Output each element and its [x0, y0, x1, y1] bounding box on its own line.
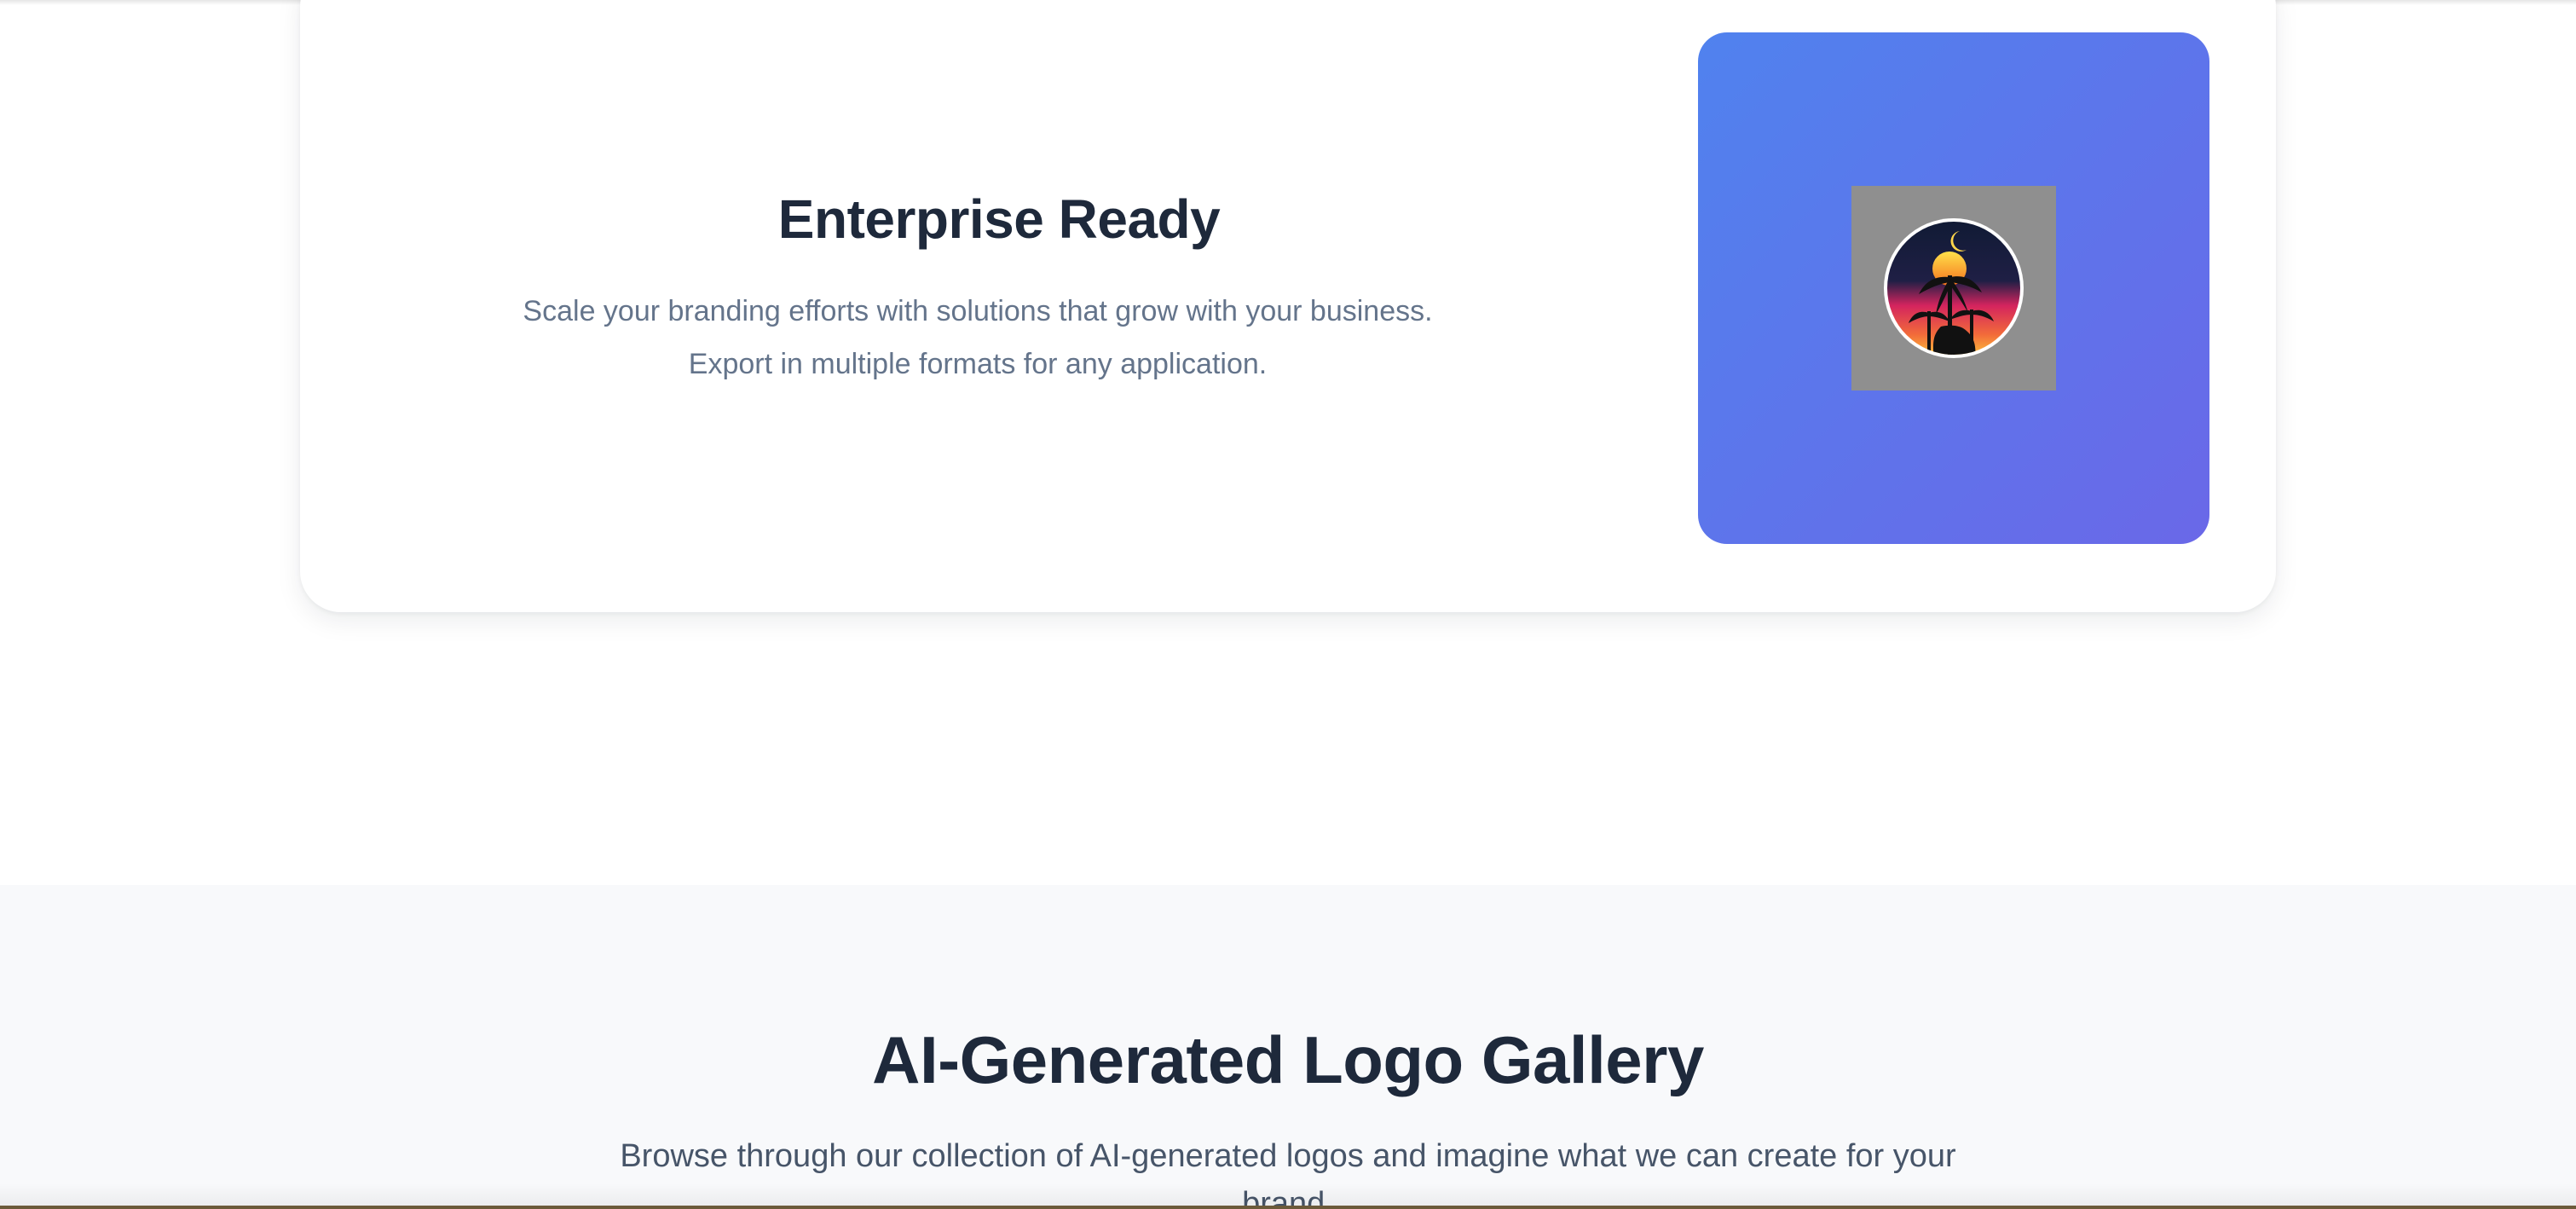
logo-gallery-section: AI-Generated Logo Gallery Browse through… [0, 885, 2576, 1209]
feature-card-enterprise: Enterprise Ready Scale your branding eff… [300, 0, 2276, 612]
feature-description: Scale your branding efforts with solutio… [523, 295, 1433, 380]
page-viewport: Enterprise Ready Scale your branding eff… [0, 0, 2576, 1209]
gallery-title: AI-Generated Logo Gallery [872, 1022, 1704, 1097]
feature-text-block: Enterprise Ready Scale your branding eff… [402, 0, 1553, 612]
feature-image-panel [1698, 32, 2209, 544]
logo-svg [1884, 218, 2024, 358]
sunset-palm-logo-icon [1851, 186, 2056, 390]
window-bottom-edge [0, 1206, 2576, 1209]
feature-title: Enterprise Ready [777, 188, 1221, 250]
